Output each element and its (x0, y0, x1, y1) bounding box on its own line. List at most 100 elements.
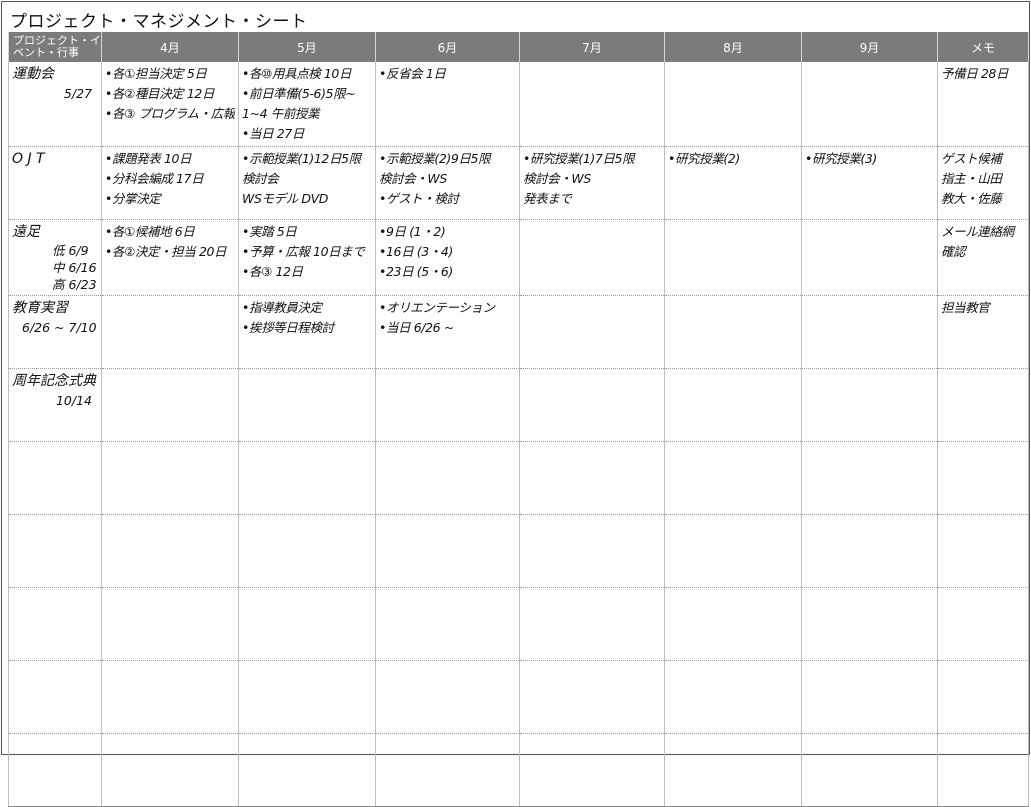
page-title: プロジェクト・マネジメント・シート (10, 12, 308, 32)
month-cell[interactable] (101, 441, 239, 515)
table-row: O J T •課題発表 10日 •分科会編成 17日 •分掌決定 •示範授業(1)12日… (8, 146, 1029, 220)
month-cell[interactable] (238, 733, 376, 807)
task-note: •各①担当決定 5日 (105, 66, 207, 81)
task-note: WSモデル DVD (242, 191, 328, 206)
memo-cell[interactable] (937, 368, 1029, 442)
month-cell[interactable] (101, 368, 239, 442)
corner-header: プロジェクト・イベント・行事 (8, 32, 102, 62)
month-cell[interactable]: •オリエンテーション •当日 6/26 ~ (375, 295, 520, 369)
task-note: •反省会 1日 (379, 66, 446, 81)
month-cell[interactable] (375, 441, 520, 515)
month-cell[interactable] (238, 587, 376, 661)
month-cell[interactable] (519, 295, 665, 369)
month-cell[interactable] (801, 62, 938, 147)
table-row (8, 514, 1029, 588)
month-cell[interactable] (801, 368, 938, 442)
event-cell[interactable]: O J T (8, 146, 102, 220)
event-cell[interactable]: 教育実習 6/26 ~ 7/10 (8, 295, 102, 369)
month-cell[interactable] (519, 441, 665, 515)
event-cell[interactable] (8, 733, 102, 807)
task-note: •示範授業(1)12日5限 (242, 151, 361, 166)
event-cell[interactable] (8, 660, 102, 734)
task-note: •各③ プログラム・広報 19・26 (105, 106, 235, 121)
month-cell[interactable]: •示範授業(1)12日5限 検討会 WSモデル DVD (238, 146, 376, 220)
memo-cell[interactable]: 予備日 28日 (937, 62, 1029, 147)
memo-cell[interactable] (937, 441, 1029, 515)
event-cell[interactable] (8, 514, 102, 588)
month-cell[interactable] (101, 587, 239, 661)
task-note: •各②種目決定 12日 (105, 86, 215, 101)
memo-cell[interactable]: ゲスト候補 指主・山田 教大・佐藤 (937, 146, 1029, 220)
month-cell[interactable] (238, 441, 376, 515)
month-cell[interactable] (238, 514, 376, 588)
month-cell[interactable]: •示範授業(2)9日5限 検討会・WS •ゲスト・検討 (375, 146, 520, 220)
month-cell[interactable] (801, 733, 938, 807)
event-cell[interactable] (8, 441, 102, 515)
month-cell[interactable] (519, 733, 665, 807)
header-row: プロジェクト・イベント・行事 4月 5月 6月 7月 8月 9月 メモ (8, 32, 1029, 62)
memo-cell[interactable]: メール連絡網 確認 (937, 219, 1029, 296)
event-cell[interactable]: 周年記念式典 10/14 (8, 368, 102, 442)
month-cell[interactable] (801, 219, 938, 296)
month-cell[interactable]: •研究授業(3) (801, 146, 938, 220)
memo-cell[interactable] (937, 587, 1029, 661)
month-cell[interactable]: •各⑩用具点検 10日 •前日準備(5-6)5限~ 1~4 午前授業 •当日 27日 (238, 62, 376, 147)
memo-cell[interactable] (937, 733, 1029, 807)
month-cell[interactable]: •実踏 5日 •予算・広報 10日まで •各③ 12日 (238, 219, 376, 296)
table-row (8, 587, 1029, 661)
month-cell[interactable] (519, 219, 665, 296)
month-cell[interactable] (238, 368, 376, 442)
task-note: 1~4 午前授業 (242, 106, 320, 121)
event-cell[interactable]: 遠足低 6/9 中 6/16 高 6/23 (8, 219, 102, 296)
month-cell[interactable] (664, 660, 802, 734)
memo-cell[interactable] (937, 514, 1029, 588)
month-cell[interactable]: •研究授業(1)7日5限 検討会・WS 発表まで (519, 146, 665, 220)
month-cell[interactable] (801, 514, 938, 588)
month-cell[interactable]: •反省会 1日 (375, 62, 520, 147)
event-cell[interactable]: 運動会 5/27 (8, 62, 102, 147)
month-cell[interactable] (801, 660, 938, 734)
month-cell[interactable] (238, 660, 376, 734)
month-cell[interactable] (801, 587, 938, 661)
month-cell[interactable] (664, 733, 802, 807)
month-cell[interactable] (519, 660, 665, 734)
month-cell[interactable]: •研究授業(2) (664, 146, 802, 220)
task-note: •分科会編成 17日 (105, 171, 204, 186)
month-cell[interactable] (375, 660, 520, 734)
month-cell[interactable] (375, 733, 520, 807)
month-cell[interactable] (664, 219, 802, 296)
month-cell[interactable] (101, 733, 239, 807)
month-cell[interactable] (519, 587, 665, 661)
month-cell[interactable]: •指導教員決定 •挨拶等日程検討 (238, 295, 376, 369)
task-note: •オリエンテーション (379, 300, 495, 315)
month-cell[interactable]: •9日 (1・2) •16日 (3・4) •23日 (5・6) (375, 219, 520, 296)
task-note: •各①候補地 6日 (105, 224, 195, 239)
month-cell[interactable]: •各①候補地 6日 •各②決定・担当 20日 (101, 219, 239, 296)
month-cell[interactable] (664, 295, 802, 369)
month-cell[interactable]: •課題発表 10日 •分科会編成 17日 •分掌決定 (101, 146, 239, 220)
memo-cell[interactable] (937, 660, 1029, 734)
month-cell[interactable] (519, 368, 665, 442)
event-cell[interactable] (8, 587, 102, 661)
month-cell[interactable] (664, 368, 802, 442)
month-cell[interactable] (801, 295, 938, 369)
month-cell[interactable] (519, 514, 665, 588)
month-cell[interactable] (664, 441, 802, 515)
month-cell[interactable] (101, 514, 239, 588)
month-cell[interactable] (664, 62, 802, 147)
month-cell[interactable] (664, 587, 802, 661)
month-cell[interactable] (101, 295, 239, 369)
month-cell[interactable] (664, 514, 802, 588)
memo-cell[interactable]: 担当教官 (937, 295, 1029, 369)
month-cell[interactable] (801, 441, 938, 515)
month-cell[interactable] (101, 660, 239, 734)
month-header: 6月 (375, 32, 520, 62)
month-cell[interactable] (375, 587, 520, 661)
month-cell[interactable] (519, 62, 665, 147)
month-cell[interactable]: •各①担当決定 5日 •各②種目決定 12日 •各③ プログラム・広報 19・26 (101, 62, 239, 147)
event-date: 10/14 (55, 393, 92, 408)
memo-header: メモ (937, 32, 1029, 62)
month-cell[interactable] (375, 368, 520, 442)
task-note: •当日 27日 (242, 126, 304, 141)
month-cell[interactable] (375, 514, 520, 588)
